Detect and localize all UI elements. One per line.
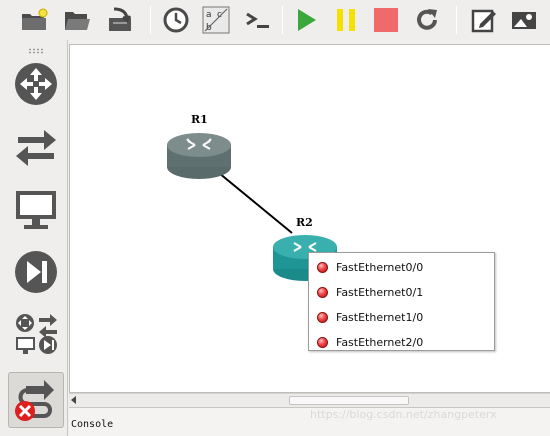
stop-icon	[374, 8, 398, 32]
router-arrows-icon	[15, 63, 57, 105]
interface-status-icon	[317, 287, 328, 298]
console-title: Console	[71, 419, 114, 430]
interface-status-icon	[317, 262, 328, 273]
interface-context-menu: FastEthernet0/0 FastEthernet0/1 FastEthe…	[308, 252, 495, 351]
menu-item-fastethernet1-0[interactable]: FastEthernet1/0	[309, 305, 494, 330]
router-r1-label: R1	[191, 113, 208, 126]
reload-icon	[417, 9, 437, 30]
router-r1[interactable]	[166, 129, 232, 181]
all-devices-icon	[16, 314, 57, 354]
switch-arrows-icon	[16, 130, 56, 166]
clock-icon	[163, 7, 189, 33]
menu-item-label: FastEthernet2/0	[336, 336, 424, 349]
monitor-icon	[16, 191, 56, 229]
interface-status-icon	[317, 337, 328, 348]
interface-status-icon	[317, 312, 328, 323]
new-project-button[interactable]	[18, 4, 50, 36]
scrollbar-thumb[interactable]	[289, 396, 409, 405]
sidebar-item-all-devices[interactable]	[8, 306, 64, 362]
play-icon	[298, 9, 316, 31]
insert-picture-button[interactable]	[508, 4, 540, 36]
menu-item-label: FastEthernet0/1	[336, 286, 424, 299]
menu-item-label: FastEthernet1/0	[336, 311, 424, 324]
open-project-button[interactable]	[61, 4, 93, 36]
sidebar-item-switches[interactable]	[8, 120, 64, 176]
watermark: https://blog.csdn.net/zhangpeterx	[310, 408, 497, 421]
terminal-prompt-icon	[246, 12, 269, 28]
dock-grip[interactable]	[28, 48, 44, 54]
start-all-button[interactable]	[290, 4, 322, 36]
router-r2-label: R2	[296, 216, 313, 229]
device-sidebar	[0, 40, 68, 436]
menu-item-label: FastEthernet0/0	[336, 261, 424, 274]
pause-icon	[337, 9, 355, 31]
new-folder-icon	[22, 8, 48, 30]
add-note-button[interactable]	[468, 4, 500, 36]
sidebar-item-security-devices[interactable]	[8, 244, 64, 300]
menu-item-fastethernet0-1[interactable]: FastEthernet0/1	[309, 280, 494, 305]
suspend-all-button[interactable]	[330, 4, 362, 36]
sidebar-item-routers[interactable]	[8, 56, 64, 112]
sidebar-item-end-devices[interactable]	[8, 182, 64, 238]
abc-labels-icon: a c b	[202, 6, 230, 34]
edit-note-icon	[471, 9, 496, 33]
save-project-button[interactable]	[104, 4, 136, 36]
save-project-icon	[109, 7, 132, 31]
menu-item-fastethernet2-0[interactable]: FastEthernet2/0	[309, 330, 494, 355]
reload-all-button[interactable]	[411, 4, 443, 36]
stop-all-button[interactable]	[370, 4, 402, 36]
show-interface-labels-button[interactable]: a c b	[200, 4, 232, 36]
snapshot-button[interactable]	[160, 4, 192, 36]
picture-icon	[512, 12, 536, 29]
play-next-icon	[15, 251, 57, 293]
link-r1-r2[interactable]	[218, 172, 293, 234]
main-toolbar: a c b	[0, 0, 550, 40]
open-folder-icon	[65, 12, 90, 30]
menu-item-fastethernet0-0[interactable]: FastEthernet0/0	[309, 255, 494, 280]
console-all-button[interactable]	[242, 4, 274, 36]
canvas-horizontal-scrollbar[interactable]	[69, 393, 550, 407]
sidebar-item-add-link[interactable]	[8, 372, 64, 428]
scroll-left-arrow-icon[interactable]	[71, 396, 76, 404]
svg-text:a: a	[206, 10, 212, 20]
add-link-cancel-icon	[15, 380, 54, 421]
